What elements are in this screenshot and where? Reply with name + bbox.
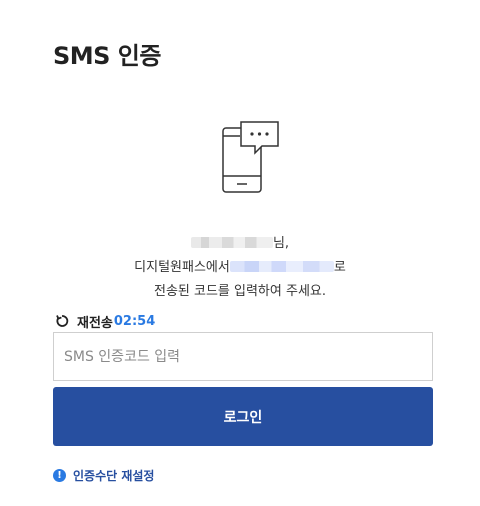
countdown-timer: 02:54	[113, 313, 156, 329]
name-suffix: 님,	[272, 236, 290, 251]
resend-label[interactable]: 재전송	[77, 312, 113, 331]
line2-prefix: 디지털원패스에서	[134, 260, 230, 275]
sms-code-input[interactable]	[53, 332, 433, 381]
phone-message-icon	[222, 121, 279, 193]
refresh-icon[interactable]	[55, 314, 69, 328]
reset-link-label[interactable]: 인증수단 재설정	[73, 467, 154, 484]
message-line-phone: 디지털원패스에서 로	[0, 256, 480, 280]
page-title: SMS 인증	[53, 42, 161, 71]
info-icon: !	[53, 469, 66, 482]
instruction-message: 님, 디지털원패스에서 로 전송된 코드를 입력하여 주세요.	[0, 232, 480, 304]
message-line-instruction: 전송된 코드를 입력하여 주세요.	[153, 284, 326, 299]
reset-auth-method-link[interactable]: ! 인증수단 재설정	[53, 467, 154, 484]
masked-user-name	[190, 237, 273, 248]
message-line-name: 님,	[0, 232, 480, 256]
masked-phone-number	[229, 261, 334, 272]
line2-suffix: 로	[333, 260, 346, 275]
resend-control[interactable]: 재전송 02:54	[55, 311, 155, 331]
login-button[interactable]: 로그인	[53, 387, 433, 446]
